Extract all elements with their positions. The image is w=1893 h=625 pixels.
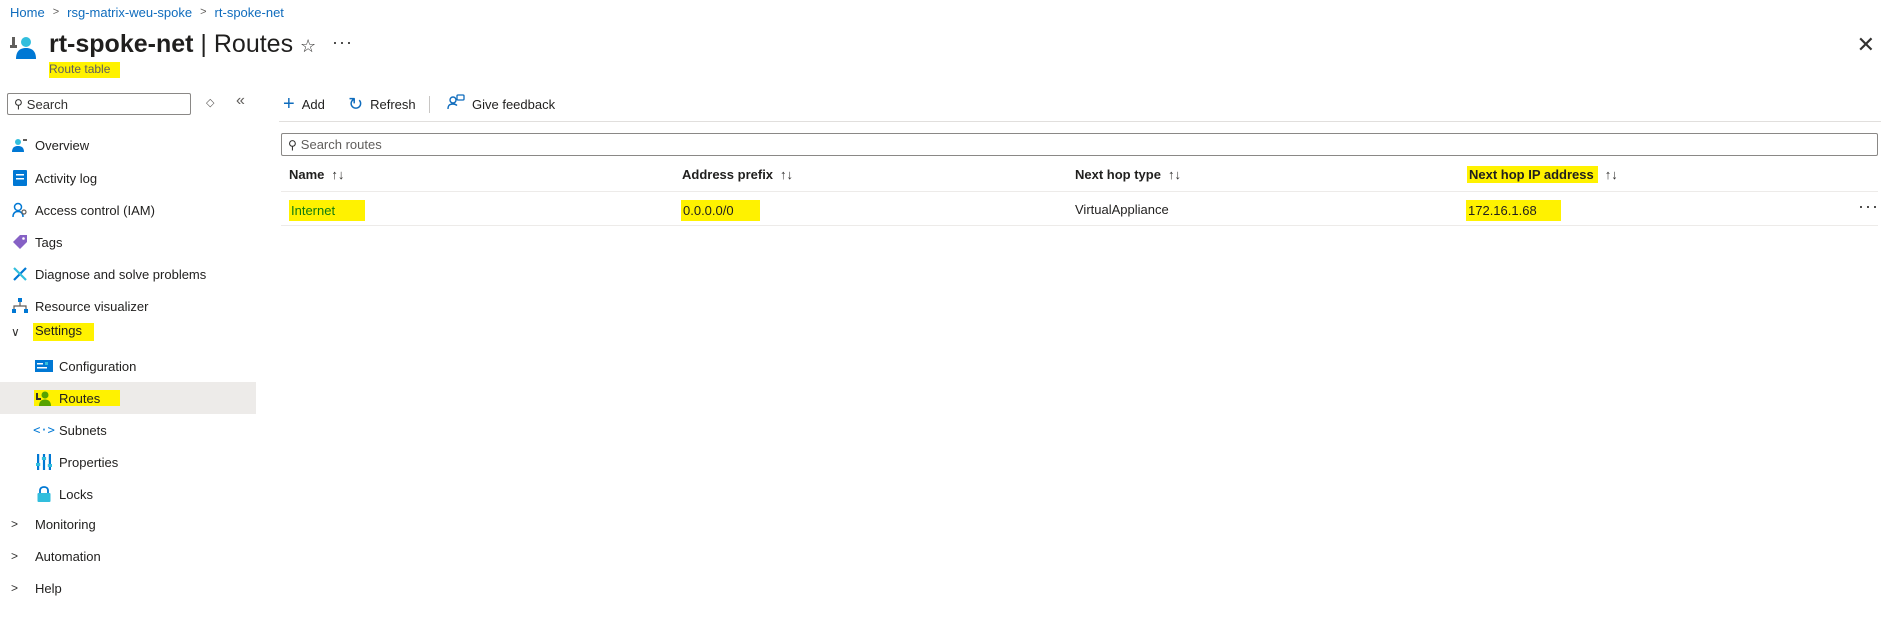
visualizer-icon — [11, 297, 29, 315]
column-header-address-prefix[interactable]: Address prefix ↑↓ — [682, 165, 793, 183]
sidebar-item-tags[interactable]: Tags — [0, 226, 256, 258]
toolbar-divider — [429, 96, 430, 113]
properties-icon — [35, 453, 53, 471]
routes-icon — [35, 389, 53, 407]
sidebar-item-label: Routes — [59, 390, 101, 406]
breadcrumb: Home > rsg-matrix-weu-spoke > rt-spoke-n… — [10, 3, 284, 21]
table-header-divider — [281, 191, 1878, 192]
routes-search-input[interactable] — [300, 137, 1801, 152]
tag-icon — [11, 233, 29, 251]
breadcrumb-resource-group[interactable]: rsg-matrix-weu-spoke — [67, 5, 192, 20]
route-name-link[interactable]: Internet — [289, 200, 366, 221]
activity-log-icon — [11, 169, 29, 187]
sidebar-item-diagnose[interactable]: Diagnose and solve problems — [0, 258, 256, 290]
sidebar-item-activity-log[interactable]: Activity log — [0, 162, 256, 194]
sidebar-item-subnets[interactable]: <·> Subnets — [0, 414, 256, 446]
toolbar-separator — [279, 121, 1881, 122]
address-prefix-cell: 0.0.0.0/0 — [681, 200, 760, 221]
column-header-name[interactable]: Name ↑↓ — [289, 165, 344, 183]
breadcrumb-home[interactable]: Home — [10, 5, 45, 20]
sort-icon: ↑↓ — [1167, 166, 1181, 182]
sort-icon: ↑↓ — [780, 166, 794, 182]
refresh-icon: ↻ — [348, 94, 364, 114]
sidebar-group-help[interactable]: > Help — [0, 572, 256, 604]
chevron-right-icon: > — [11, 517, 19, 531]
sidebar-item-label: Overview — [35, 137, 90, 153]
sidebar-item-label: Diagnose and solve problems — [35, 266, 207, 282]
feedback-icon — [447, 94, 465, 114]
routes-search-box[interactable]: ⚲ — [281, 133, 1878, 156]
sidebar-search-input[interactable] — [26, 96, 177, 112]
collapse-sidebar-icon[interactable]: « — [236, 92, 245, 110]
sidebar-item-label: Resource visualizer — [35, 298, 149, 314]
sidebar-item-label: Help — [35, 580, 62, 596]
chevron-right-icon: > — [11, 549, 19, 563]
sort-icon: ↑↓ — [1604, 166, 1618, 182]
column-header-next-hop-ip[interactable]: Next hop IP address ↑↓ — [1467, 165, 1618, 183]
sidebar-item-locks[interactable]: Locks — [0, 478, 256, 510]
search-icon: ⚲ — [14, 97, 23, 111]
lock-icon — [35, 485, 53, 503]
sidebar-item-label: Tags — [35, 234, 63, 250]
sidebar-item-label: Subnets — [59, 422, 107, 438]
close-icon[interactable]: ✕ — [1857, 32, 1875, 58]
plus-icon: + — [283, 93, 295, 115]
expand-collapse-all-icon[interactable]: ◇ — [206, 96, 214, 109]
sidebar-item-label: Configuration — [59, 358, 137, 374]
chevron-right-icon: > — [11, 581, 19, 595]
sidebar-search-box[interactable]: ⚲ — [7, 93, 191, 115]
sidebar-group-automation[interactable]: > Automation — [0, 540, 256, 572]
favorite-star-icon[interactable]: ☆ — [300, 36, 316, 57]
sidebar-item-configuration[interactable]: Configuration — [0, 350, 256, 382]
sidebar-item-label: Automation — [35, 548, 101, 564]
add-button[interactable]: + Add — [283, 94, 325, 114]
subnets-icon: <·> — [33, 423, 55, 437]
sidebar-group-monitoring[interactable]: > Monitoring — [0, 508, 256, 540]
sidebar-item-label: Access control (IAM) — [35, 202, 155, 218]
next-hop-type-cell: VirtualAppliance — [1075, 201, 1169, 217]
configuration-icon — [35, 357, 53, 375]
sidebar-item-access-control[interactable]: Access control (IAM) — [0, 194, 256, 226]
overview-icon — [11, 136, 29, 154]
column-header-next-hop-type[interactable]: Next hop type ↑↓ — [1075, 165, 1181, 183]
sidebar-item-label: Properties — [59, 454, 119, 470]
route-table-icon — [10, 34, 36, 60]
breadcrumb-route-table[interactable]: rt-spoke-net — [215, 5, 284, 20]
sidebar-item-label: Settings — [33, 323, 94, 341]
row-more-options-icon[interactable]: ··· — [1858, 196, 1879, 217]
give-feedback-button[interactable]: Give feedback — [447, 94, 555, 114]
sidebar-item-label: Locks — [59, 486, 93, 502]
sidebar-item-label: Activity log — [35, 170, 98, 186]
chevron-right-icon: > — [52, 6, 60, 18]
wrench-icon — [11, 265, 29, 283]
resource-type-subtitle: Route table — [49, 62, 121, 78]
page-title: rt-spoke-net | Routes — [49, 30, 294, 58]
table-row-divider — [281, 225, 1878, 226]
sidebar-item-routes[interactable]: Routes — [0, 382, 256, 414]
sidebar-item-properties[interactable]: Properties — [0, 446, 256, 478]
chevron-right-icon: > — [200, 6, 207, 18]
more-options-icon[interactable]: ··· — [332, 32, 353, 53]
iam-icon — [11, 201, 29, 219]
sidebar-item-label: Monitoring — [35, 516, 96, 532]
sort-icon: ↑↓ — [331, 166, 345, 182]
next-hop-ip-cell: 172.16.1.68 — [1466, 200, 1561, 221]
chevron-down-icon: ∨ — [11, 325, 20, 339]
sidebar-item-overview[interactable]: Overview — [0, 129, 256, 161]
sidebar-group-settings[interactable]: ∨ Settings — [0, 316, 256, 348]
refresh-button[interactable]: ↻ Refresh — [348, 94, 416, 114]
search-icon: ⚲ — [288, 137, 297, 152]
